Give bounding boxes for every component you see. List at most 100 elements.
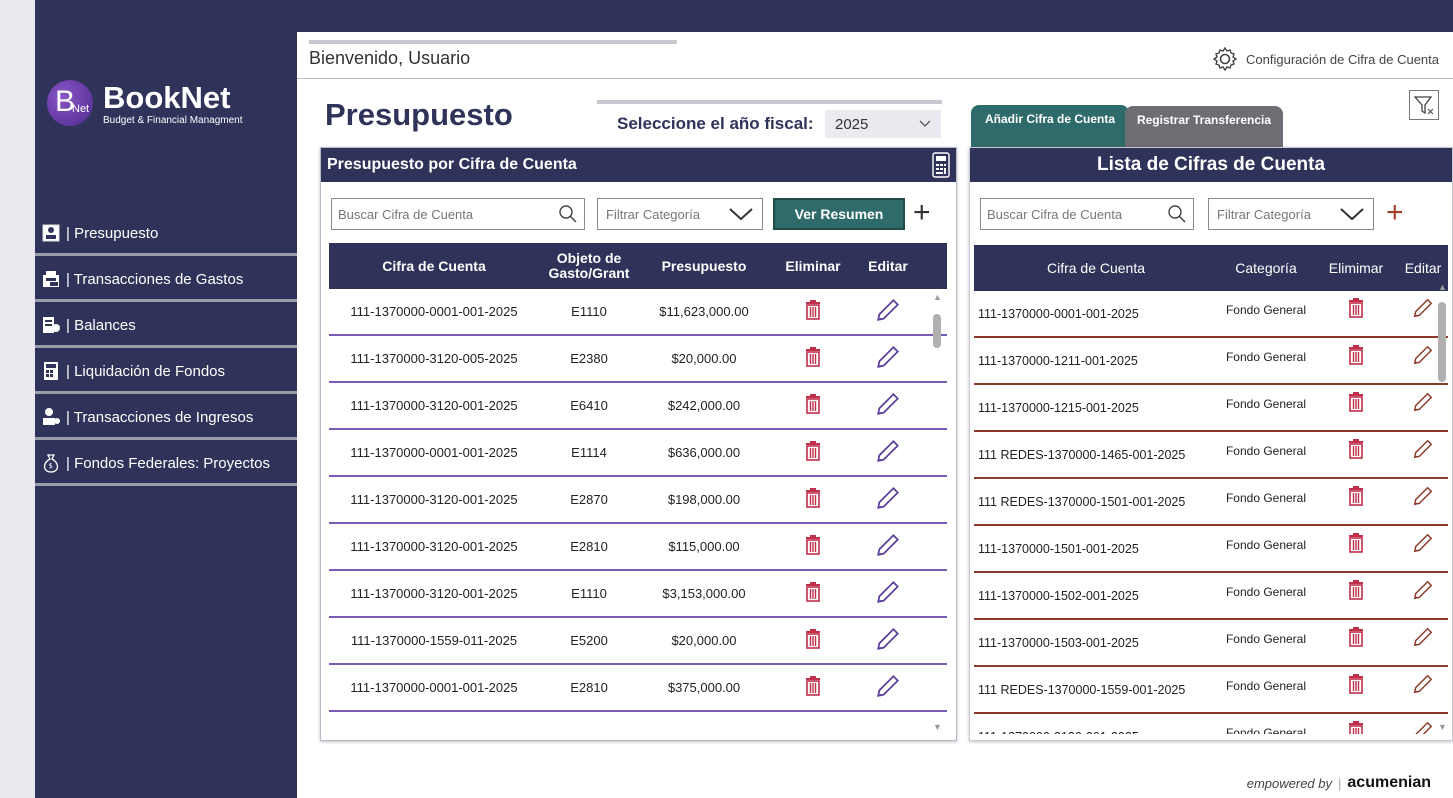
delete-button[interactable] (1314, 298, 1398, 321)
table-row[interactable] (329, 712, 947, 732)
trash-icon (805, 629, 821, 652)
table-row[interactable]: 111-1370000-1502-001-2025 Fondo General (974, 573, 1448, 620)
table-row[interactable]: 111-1370000-1211-001-2025 Fondo General (974, 338, 1448, 385)
delete-button[interactable] (1314, 392, 1398, 415)
delete-button[interactable] (1314, 345, 1398, 368)
cell-budget: $375,000.00 (667, 680, 741, 695)
edit-button[interactable] (857, 673, 919, 702)
sidebar-item-transacciones-gastos[interactable]: | Transacciones de Gastos (35, 256, 297, 302)
table-row[interactable]: 111-1370000-1503-001-2025 Fondo General (974, 620, 1448, 667)
delete-button[interactable] (769, 394, 857, 417)
clear-filter-button[interactable] (1409, 90, 1439, 120)
footer-brand: acumenian (1347, 774, 1431, 791)
table-row[interactable]: 111-1370000-0001-001-2025 E2810 $375,000.0… (329, 665, 947, 712)
table-row[interactable]: 111-1370000-1215-001-2025 Fondo General (974, 385, 1448, 432)
delete-button[interactable] (769, 582, 857, 605)
table-row[interactable]: 111-1370000-3120-005-2025 E2380 $20,000.00 (329, 336, 947, 383)
chevron-down-icon (729, 208, 753, 221)
welcome-underline (309, 40, 677, 44)
delete-button[interactable] (1314, 533, 1398, 556)
sidebar-item-liquidacion-fondos[interactable]: | Liquidación de Fondos (35, 348, 297, 394)
pencil-icon (1412, 674, 1434, 698)
table-row[interactable]: 111-1370000-1559-011-2025 E5200 $20,000.00 (329, 618, 947, 665)
scroll-down-icon[interactable]: ▼ (1438, 722, 1447, 732)
delete-button[interactable] (769, 629, 857, 652)
delete-button[interactable] (769, 441, 857, 464)
scroll-up-icon[interactable]: ▲ (933, 292, 942, 302)
calculator-icon[interactable] (932, 152, 950, 183)
cell-object: E5200 (570, 633, 608, 648)
cell-category: Fondo General (1225, 631, 1307, 646)
account-category-select[interactable]: Filtrar Categoría (1208, 198, 1374, 230)
scroll-up-icon[interactable]: ▲ (1438, 282, 1447, 292)
table-row[interactable]: 111-1370000-3120-001-2025 E2810 $115,000.0… (329, 524, 947, 571)
add-budget-button[interactable]: + (913, 196, 931, 230)
cell-account: 111-1370000-1215-001-2025 (978, 400, 1139, 415)
cell-object: E2380 (570, 351, 608, 366)
budget-scroll-thumb[interactable] (933, 314, 941, 348)
budget-category-select[interactable]: Filtrar Categoría (597, 198, 763, 230)
view-summary-button[interactable]: Ver Resumen (773, 198, 905, 230)
table-row[interactable]: 111-1370000-3120-001-2025 E6410 $242,000.0… (329, 383, 947, 430)
delete-button[interactable] (769, 676, 857, 699)
table-row[interactable]: 111-1370000-0001-001-2025 E1114 $636,000.0… (329, 430, 947, 477)
delete-button[interactable] (769, 535, 857, 558)
account-scroll-thumb[interactable] (1438, 302, 1446, 382)
sidebar-item-balances[interactable]: | Balances (35, 302, 297, 348)
budget-panel: Presupuesto por Cifra de Cuenta Buscar C… (320, 147, 957, 741)
search-icon (559, 205, 577, 223)
delete-button[interactable] (769, 300, 857, 323)
table-row[interactable]: 111-1370000-3120-001-2025 Fondo General (974, 714, 1448, 734)
edit-button[interactable] (857, 626, 919, 655)
edit-button[interactable] (857, 485, 919, 514)
sidebar-nav: | Presupuesto | Transacciones de Gastos … (35, 210, 297, 486)
cell-category: Fondo General (1225, 678, 1307, 693)
edit-button[interactable] (857, 344, 919, 373)
table-row[interactable]: 111 REDES-1370000-1465-001-2025 Fondo Gen… (974, 432, 1448, 479)
edit-button[interactable] (857, 391, 919, 420)
delete-button[interactable] (769, 347, 857, 370)
sidebar-item-label: | Liquidación de Fondos (66, 362, 226, 380)
budget-search-input[interactable]: Buscar Cifra de Cuenta (331, 198, 585, 230)
pencil-icon (875, 440, 901, 467)
account-search-input[interactable]: Buscar Cifra de Cuenta (980, 198, 1194, 230)
edit-button[interactable] (857, 297, 919, 326)
delete-button[interactable] (1314, 627, 1398, 650)
edit-button[interactable] (857, 579, 919, 608)
add-account-button[interactable]: + (1386, 196, 1404, 230)
scroll-down-icon[interactable]: ▼ (933, 722, 942, 732)
edit-button[interactable] (857, 438, 919, 467)
delete-button[interactable] (1314, 439, 1398, 462)
sidebar-item-label: | Balances (66, 316, 136, 334)
settings-label: Configuración de Cifra de Cuenta (1246, 51, 1439, 67)
tab-add-account[interactable]: Añadir Cifra de Cuenta (971, 105, 1129, 147)
trash-icon (1348, 674, 1364, 697)
table-row[interactable]: 111-1370000-0001-001-2025 E1110 $11,623,00… (329, 289, 947, 336)
pencil-icon (875, 487, 901, 514)
delete-button[interactable] (769, 488, 857, 511)
cell-account: 111-1370000-3120-001-2025 (974, 730, 1218, 735)
tab-register-transfer[interactable]: Registrar Transferencia (1125, 106, 1283, 147)
delete-button[interactable] (1314, 674, 1398, 697)
fiscal-year-select[interactable]: 2025 (825, 110, 941, 138)
col-header-budget: Presupuesto (661, 257, 747, 274)
delete-button[interactable] (1314, 721, 1398, 734)
table-row[interactable]: 111-1370000-3120-001-2025 E2870 $198,000.0… (329, 477, 947, 524)
account-scrollbar[interactable]: ▲ ▼ (1436, 282, 1448, 732)
sidebar-item-presupuesto[interactable]: | Presupuesto (35, 210, 297, 256)
settings-link[interactable]: Configuración de Cifra de Cuenta (1212, 46, 1439, 72)
delete-button[interactable] (1314, 580, 1398, 603)
budget-scrollbar[interactable]: ▲ ▼ (931, 292, 943, 732)
trash-icon (805, 535, 821, 558)
table-row[interactable]: 111-1370000-1501-001-2025 Fondo General (974, 526, 1448, 573)
budget-table-body: 111-1370000-0001-001-2025 E1110 $11,623,00… (329, 289, 947, 734)
cell-account: 111-1370000-1503-001-2025 (978, 635, 1139, 650)
table-row[interactable]: 111 REDES-1370000-1501-001-2025 Fondo Gen… (974, 479, 1448, 526)
table-row[interactable]: 111-1370000-0001-001-2025 Fondo General (974, 291, 1448, 338)
table-row[interactable]: 111 REDES-1370000-1559-001-2025 Fondo Gen… (974, 667, 1448, 714)
delete-button[interactable] (1314, 486, 1398, 509)
sidebar-item-transacciones-ingresos[interactable]: | Transacciones de Ingresos (35, 394, 297, 440)
edit-button[interactable] (857, 532, 919, 561)
sidebar-item-fondos-federales[interactable]: $ | Fondos Federales: Proyectos (35, 440, 297, 486)
table-row[interactable]: 111-1370000-3120-001-2025 E1110 $3,153,000… (329, 571, 947, 618)
